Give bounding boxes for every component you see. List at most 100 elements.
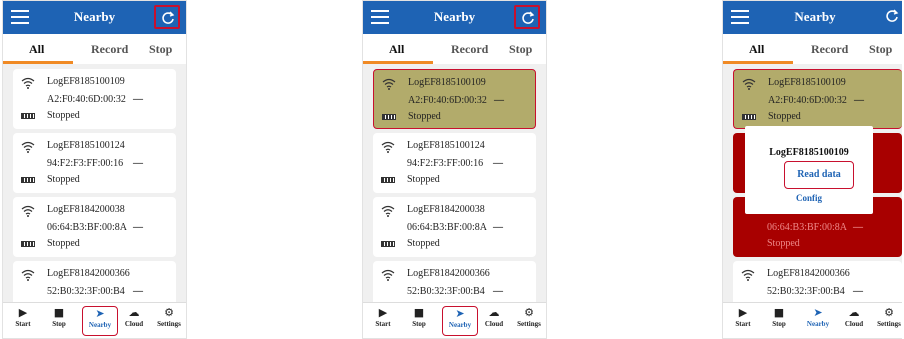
- tab-stop[interactable]: Stop: [509, 42, 532, 57]
- tab-stop[interactable]: Stop: [869, 42, 892, 57]
- nav-nearby[interactable]: ➤ Nearby: [442, 306, 478, 336]
- device-signal: —: [494, 95, 504, 106]
- nav-cloud[interactable]: ☁ Cloud: [476, 306, 512, 336]
- tab-all[interactable]: All: [749, 42, 764, 57]
- tab-record[interactable]: Record: [811, 42, 848, 57]
- config-button[interactable]: Config: [745, 193, 873, 203]
- nav-nearby[interactable]: ➤ Nearby: [82, 306, 118, 336]
- device-card[interactable]: LogEF8184200038 06:64:B3:BF:00:8A — Stop…: [13, 197, 176, 257]
- refresh-button[interactable]: [880, 5, 902, 29]
- device-status: Stopped: [408, 111, 441, 122]
- compass-icon: ➤: [813, 306, 823, 319]
- play-icon: ▶: [738, 306, 748, 319]
- nav-cloud[interactable]: ☁ Cloud: [116, 306, 152, 336]
- nav-stop[interactable]: ■ Stop: [401, 306, 437, 336]
- device-signal: —: [493, 222, 503, 233]
- tab-stop[interactable]: Stop: [149, 42, 172, 57]
- device-list[interactable]: LogEF8185100109 A2:F0:40:6D:00:32 — Stop…: [3, 64, 186, 303]
- bottom-nav: ▶ Start ■ Stop ➤ Nearby ☁ Cloud ⚙ Settings: [3, 302, 186, 338]
- wifi-icon: [21, 77, 35, 89]
- device-signal: —: [133, 158, 143, 169]
- bottom-nav: ▶ Start ■ Stop ➤ Nearby ☁ Cloud ⚙ Settings: [723, 302, 902, 338]
- device-card[interactable]: LogEF81842000366 52:B0:32:3F:00:B4 —: [373, 261, 536, 303]
- refresh-icon: [886, 9, 899, 22]
- device-signal: —: [493, 158, 503, 169]
- stop-icon: ■: [773, 306, 785, 319]
- device-name: LogEF81842000366: [767, 268, 850, 279]
- device-signal: —: [133, 94, 143, 105]
- battery-icon: [381, 177, 395, 183]
- nav-start[interactable]: ▶ Start: [725, 306, 761, 336]
- play-icon: ▶: [378, 306, 388, 319]
- nav-settings[interactable]: ⚙ Settings: [871, 306, 902, 336]
- device-mac: A2:F0:40:6D:00:32: [47, 94, 126, 105]
- device-signal: —: [133, 222, 143, 233]
- top-bar: Nearby: [723, 1, 902, 34]
- tab-all[interactable]: All: [29, 42, 44, 57]
- device-card[interactable]: LogEF81842000366 52:B0:32:3F:00:B4 —: [733, 261, 902, 303]
- nav-settings[interactable]: ⚙ Settings: [511, 306, 546, 336]
- nav-cloud[interactable]: ☁ Cloud: [836, 306, 872, 336]
- device-status: Stopped: [47, 110, 80, 121]
- device-card[interactable]: LogEF81842000366 52:B0:32:3F:00:B4 —: [13, 261, 176, 303]
- refresh-button[interactable]: [154, 5, 180, 29]
- refresh-button[interactable]: [514, 5, 540, 29]
- device-card[interactable]: LogEF8185100124 94:F2:F3:FF:00:16 — Stop…: [373, 133, 536, 193]
- nav-start[interactable]: ▶ Start: [365, 306, 401, 336]
- nav-stop[interactable]: ■ Stop: [761, 306, 797, 336]
- device-status: Stopped: [407, 174, 440, 185]
- top-bar: Nearby: [3, 1, 186, 34]
- device-name: LogEF81842000366: [47, 268, 130, 279]
- device-card[interactable]: LogEF8185100109 A2:F0:40:6D:00:32 — Stop…: [13, 69, 176, 129]
- device-mac: A2:F0:40:6D:00:32: [768, 95, 847, 106]
- tab-record[interactable]: Record: [451, 42, 488, 57]
- nav-start[interactable]: ▶ Start: [5, 306, 41, 336]
- device-name: LogEF8185100124: [47, 140, 125, 151]
- popup-title: LogEF8185100109: [769, 147, 849, 158]
- device-status: Stopped: [767, 238, 800, 249]
- device-signal: —: [133, 286, 143, 297]
- device-card[interactable]: LogEF8185100124 94:F2:F3:FF:00:16 — Stop…: [13, 133, 176, 193]
- battery-icon: [21, 241, 35, 247]
- battery-icon: [381, 241, 395, 247]
- device-signal: —: [853, 286, 863, 297]
- device-mac: 52:B0:32:3F:00:B4: [767, 286, 845, 297]
- wifi-icon: [381, 269, 395, 281]
- device-name: LogEF8185100109: [768, 77, 846, 88]
- phone-screen-3: Nearby All Record Stop LogEF8185100109 A…: [722, 0, 902, 339]
- phone-screen-2: Nearby All Record Stop LogEF8185100109 A…: [362, 0, 547, 339]
- battery-icon: [21, 177, 35, 183]
- device-list[interactable]: LogEF8185100109 A2:F0:40:6D:00:32 — Stop…: [363, 64, 546, 303]
- nav-nearby[interactable]: ➤ Nearby: [800, 306, 836, 336]
- device-mac: 52:B0:32:3F:00:B4: [407, 286, 485, 297]
- device-card[interactable]: LogEF8184200038 06:64:B3:BF:00:8A — Stop…: [373, 197, 536, 257]
- device-signal: —: [854, 95, 864, 106]
- device-mac: 06:64:B3:BF:00:8A: [47, 222, 128, 233]
- tab-bar: All Record Stop: [3, 34, 186, 64]
- device-mac: 94:F2:F3:FF:00:16: [47, 158, 124, 169]
- tab-record[interactable]: Record: [91, 42, 128, 57]
- device-card-selected[interactable]: LogEF8185100109 A2:F0:40:6D:00:32 — Stop…: [373, 69, 536, 129]
- play-icon: ▶: [18, 306, 28, 319]
- device-name: LogEF8185100109: [47, 76, 125, 87]
- phone-screen-1: Nearby All Record Stop LogEF8185100109 A…: [2, 0, 187, 339]
- device-name: LogEF8184200038: [47, 204, 125, 215]
- device-signal: —: [853, 222, 863, 233]
- nav-stop[interactable]: ■ Stop: [41, 306, 77, 336]
- tab-all[interactable]: All: [389, 42, 404, 57]
- gear-icon: ⚙: [164, 306, 174, 319]
- nav-settings[interactable]: ⚙ Settings: [151, 306, 186, 336]
- page-title: Nearby: [794, 9, 836, 24]
- device-status: Stopped: [768, 111, 801, 122]
- read-data-button[interactable]: Read data: [784, 161, 854, 189]
- wifi-icon: [21, 269, 35, 281]
- battery-icon: [382, 114, 396, 120]
- top-bar: Nearby: [363, 1, 546, 34]
- device-action-popup: LogEF8185100109 Read data Config: [745, 126, 873, 214]
- device-name: LogEF8184200038: [407, 204, 485, 215]
- device-status: Stopped: [47, 174, 80, 185]
- device-name: LogEF81842000366: [407, 268, 490, 279]
- wifi-icon: [381, 141, 395, 153]
- device-status: Stopped: [407, 238, 440, 249]
- device-card-selected[interactable]: LogEF8185100109 A2:F0:40:6D:00:32 — Stop…: [733, 69, 902, 129]
